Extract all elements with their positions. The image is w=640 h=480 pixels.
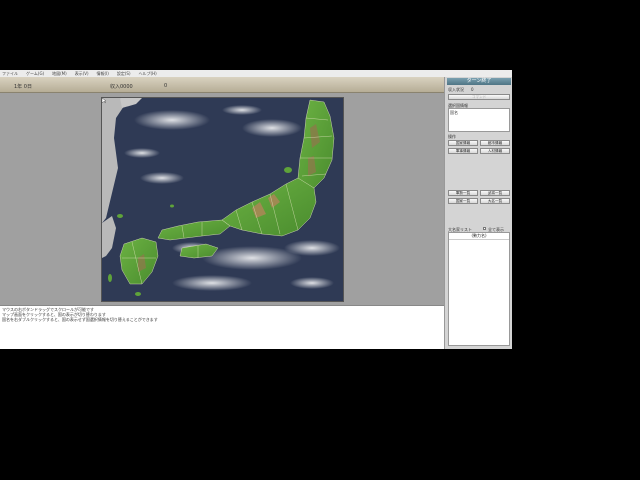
message-log: マウスの右ボタンドラッグでスクロールが可能です マップ画面をクリックすると、国の… bbox=[0, 305, 444, 349]
field-label: 収入状況 bbox=[448, 87, 464, 92]
misc-readout: 0 bbox=[164, 83, 168, 89]
log-line: 国名を右ダブルクリックすると、国の表示せず国選択情報を切り替えることができます bbox=[2, 317, 158, 322]
general-list-button[interactable]: 武将一覧 bbox=[480, 190, 510, 196]
japan-map[interactable] bbox=[101, 97, 344, 302]
menu-bar: ファイル ゲーム(G) 地図(M) 表示(V) 情報(I) 設定(S) ヘルプ(… bbox=[0, 70, 512, 77]
info-box: 国名 bbox=[448, 108, 510, 132]
game-window: ファイル ゲーム(G) 地図(M) 表示(V) 情報(I) 設定(S) ヘルプ(… bbox=[0, 70, 512, 349]
city-info-button[interactable]: 都市情報 bbox=[480, 140, 510, 146]
income-readout: 収入0000 bbox=[110, 84, 133, 90]
menu-file[interactable]: ファイル bbox=[2, 71, 18, 77]
command-button[interactable]: コマンド bbox=[448, 94, 510, 100]
menu-game[interactable]: ゲーム(G) bbox=[26, 71, 44, 77]
menu-settings[interactable]: 設定(S) bbox=[117, 71, 131, 77]
nation-list-button[interactable]: 国家一覧 bbox=[448, 198, 478, 204]
map-graphic[interactable] bbox=[102, 98, 344, 302]
end-turn-button[interactable]: ターン終了 bbox=[447, 78, 511, 85]
military-info-button[interactable]: 軍事情報 bbox=[448, 148, 478, 154]
menu-view[interactable]: 表示(V) bbox=[75, 71, 89, 77]
daimyo-list[interactable]: (勢力名) bbox=[448, 232, 510, 346]
menu-map[interactable]: 地図(M) bbox=[52, 71, 67, 77]
list-header: (勢力名) bbox=[449, 233, 509, 240]
sado-island bbox=[284, 167, 292, 173]
daimyo-list-button[interactable]: 大名一覧 bbox=[480, 198, 510, 204]
army-list-button[interactable]: 軍勢一覧 bbox=[448, 190, 478, 196]
show-all-checkbox[interactable] bbox=[483, 227, 486, 230]
date-readout: 1年 0日 bbox=[14, 84, 32, 90]
field-value: 0 bbox=[471, 87, 474, 92]
personnel-info-button[interactable]: 人材情報 bbox=[480, 148, 510, 154]
info-value: 国名 bbox=[450, 110, 458, 115]
menu-help[interactable]: ヘルプ(H) bbox=[139, 71, 157, 77]
status-bar: 1年 0日 収入0000 0 bbox=[0, 77, 444, 93]
menu-info[interactable]: 情報(I) bbox=[97, 71, 109, 77]
command-panel: ターン終了 収入状況 0 コマンド 選択国情報 国名 操作 国家情報 都市情報 … bbox=[444, 77, 512, 349]
map-area bbox=[0, 93, 444, 305]
nation-info-button[interactable]: 国家情報 bbox=[448, 140, 478, 146]
